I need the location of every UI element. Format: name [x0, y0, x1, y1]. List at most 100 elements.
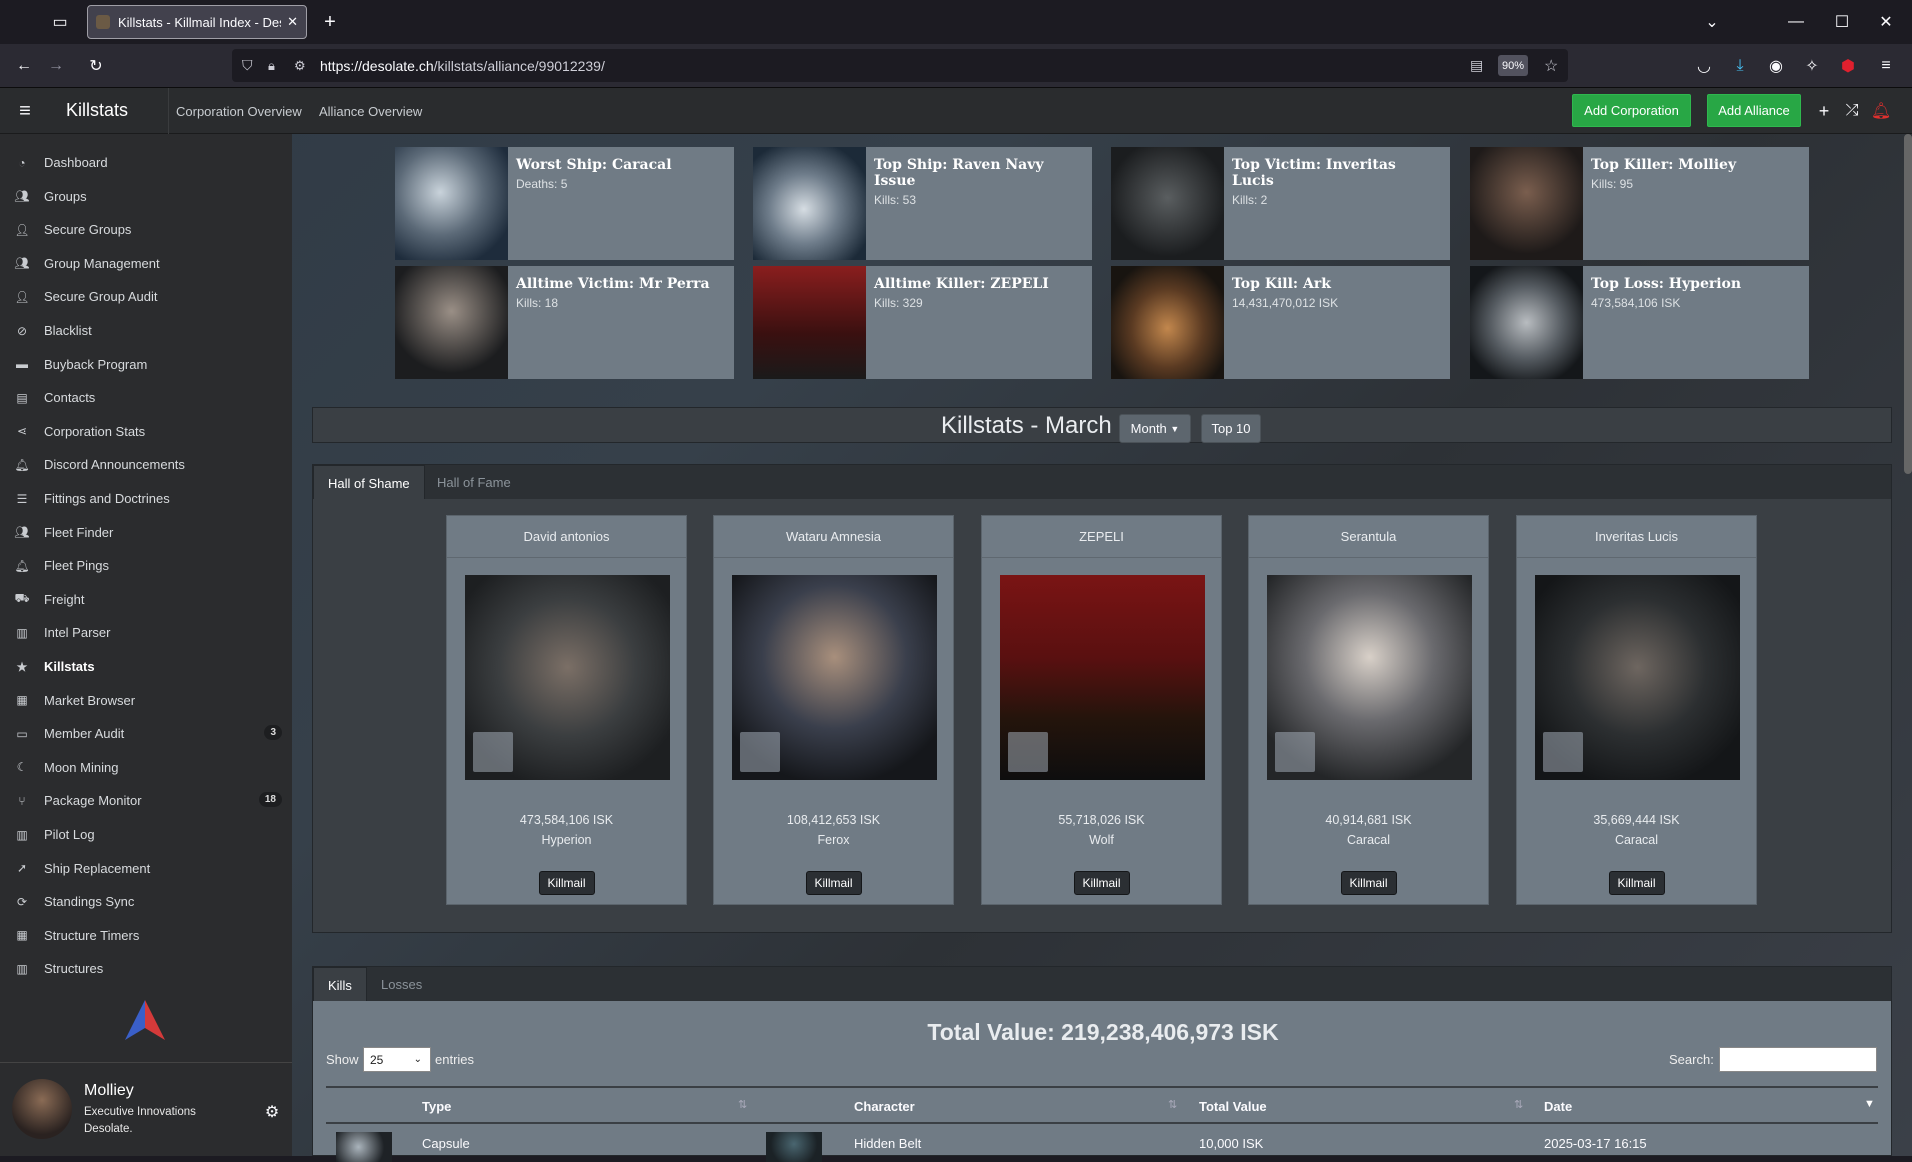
entries-select[interactable]: 25 ⌄ [363, 1047, 431, 1072]
notification-bell-icon[interactable]: 🔔︎ [1867, 97, 1895, 125]
brand-title[interactable]: Killstats [66, 100, 128, 121]
sort-icon[interactable]: ⇅ [1514, 1098, 1523, 1111]
sidebar-item-ship-replacement[interactable]: ➚ Ship Replacement [0, 852, 292, 885]
top10-button[interactable]: Top 10 [1201, 414, 1261, 443]
stat-card[interactable]: Top Killer: Molliey Kills: 95 [1470, 147, 1809, 260]
sidebar-item-pilot-log[interactable]: ▥ Pilot Log [0, 818, 292, 851]
killmail-button[interactable]: Killmail [1608, 871, 1665, 895]
menu-icon[interactable]: ≡ [1872, 52, 1900, 80]
sidebar-item-intel-parser[interactable]: ▥ Intel Parser [0, 616, 292, 649]
character-name[interactable]: ZEPELI [982, 516, 1221, 558]
hamburger-icon[interactable]: ≡ [11, 97, 39, 125]
sidebar-item-fleet-pings[interactable]: 🔔︎ Fleet Pings [0, 549, 292, 582]
maximize-icon[interactable]: ☐ [1828, 8, 1856, 36]
sidebar-item-standings-sync[interactable]: ⟳ Standings Sync [0, 885, 292, 918]
extensions-icon[interactable]: ✧ [1798, 52, 1826, 80]
col-type[interactable]: Type [422, 1099, 451, 1114]
stat-card[interactable]: Alltime Victim: Mr Perra Kills: 18 [395, 266, 734, 379]
row-character[interactable]: Hidden Belt [854, 1136, 921, 1151]
window-close-icon[interactable]: ✕ [1872, 8, 1900, 36]
nav-corporation-overview[interactable]: Corporation Overview [176, 104, 302, 119]
sidebar-item-structure-timers[interactable]: ▦ Structure Timers [0, 919, 292, 952]
table-row[interactable]: Capsule Hidden Belt 10,000 ISK 2025-03-1… [326, 1126, 1878, 1162]
nav-alliance-overview[interactable]: Alliance Overview [319, 104, 422, 119]
back-icon[interactable]: ← [10, 52, 38, 80]
stat-card[interactable]: Top Kill: Ark 14,431,470,012 ISK [1111, 266, 1450, 379]
sidebar-item-discord-announcements[interactable]: 🔔︎ Discord Announcements [0, 448, 292, 481]
gear-icon[interactable]: ⚙ [258, 1098, 286, 1126]
killmail-button[interactable]: Killmail [1340, 871, 1397, 895]
forward-icon[interactable]: → [42, 52, 70, 80]
row-date: 2025-03-17 16:15 [1544, 1136, 1647, 1151]
ship-name: Ferox [817, 833, 850, 847]
sidebar-item-groups[interactable]: 👥︎ Groups [0, 180, 292, 213]
sidebar-item-group-management[interactable]: 👥︎ Group Management [0, 247, 292, 280]
sidebar-item-corporation-stats[interactable]: ⋖ Corporation Stats [0, 415, 292, 448]
sidebar-item-market-browser[interactable]: ▦ Market Browser [0, 684, 292, 717]
bookmark-star-icon[interactable]: ☆ [1544, 56, 1558, 76]
sidebar-item-fleet-finder[interactable]: 👥︎ Fleet Finder [0, 516, 292, 549]
zoom-indicator[interactable]: 90% [1498, 55, 1528, 76]
scrollbar[interactable] [1904, 134, 1912, 474]
plus-icon[interactable]: + [1810, 97, 1838, 125]
sidebar-item-member-audit[interactable]: ▭ Member Audit 3 [0, 717, 292, 750]
killmail-button[interactable]: Killmail [1073, 871, 1130, 895]
tab-list-chevron-icon[interactable]: ⌄ [1698, 8, 1726, 36]
stat-card[interactable]: Top Ship: Raven Navy Issue Kills: 53 [753, 147, 1092, 260]
stat-card[interactable]: Top Victim: Inveritas Lucis Kills: 2 [1111, 147, 1450, 260]
sidebar-item-secure-groups[interactable]: 👤︎ Secure Groups [0, 213, 292, 246]
sidebar-item-buyback-program[interactable]: ▬ Buyback Program [0, 348, 292, 381]
shuffle-icon[interactable]: ⤮ [1838, 97, 1866, 125]
sidebar-item-package-monitor[interactable]: ⑂ Package Monitor 18 [0, 784, 292, 817]
col-date[interactable]: Date [1544, 1099, 1572, 1114]
sidebar-item-structures[interactable]: ▥ Structures [0, 952, 292, 985]
tab-hall-of-shame[interactable]: Hall of Shame [313, 465, 425, 500]
sidebar-item-fittings-and-doctrines[interactable]: ☰ Fittings and Doctrines [0, 482, 292, 515]
browser-tab[interactable]: Killstats - Killmail Index - Desola ✕ [87, 5, 307, 39]
tab-close-icon[interactable]: ✕ [287, 14, 298, 30]
tab-losses[interactable]: Losses [367, 967, 436, 1002]
lock-icon[interactable]: 🔒︎ [268, 58, 275, 74]
pocket-icon[interactable]: ◡ [1690, 52, 1718, 80]
search-input[interactable] [1719, 1047, 1877, 1072]
reader-view-icon[interactable]: ▤ [1470, 57, 1483, 74]
add-alliance-button[interactable]: Add Alliance [1707, 94, 1801, 127]
sidebar-item-dashboard[interactable]: ◔ Dashboard [0, 146, 292, 179]
character-name[interactable]: Inveritas Lucis [1517, 516, 1756, 558]
ublock-icon[interactable]: ⬢ [1834, 52, 1862, 80]
col-character[interactable]: Character [854, 1099, 915, 1114]
stat-card[interactable]: Alltime Killer: ZEPELI Kills: 329 [753, 266, 1092, 379]
tab-overview-icon[interactable]: ▭ [46, 8, 74, 36]
stat-card[interactable]: Worst Ship: Caracal Deaths: 5 [395, 147, 734, 260]
period-dropdown[interactable]: Month ▼ [1119, 414, 1191, 443]
stat-card[interactable]: Top Loss: Hyperion 473,584,106 ISK [1470, 266, 1809, 379]
sidebar-item-moon-mining[interactable]: ☾ Moon Mining [0, 751, 292, 784]
tab-kills[interactable]: Kills [313, 967, 367, 1002]
new-tab-icon[interactable]: + [316, 8, 344, 36]
col-total-value[interactable]: Total Value [1199, 1099, 1267, 1114]
character-name[interactable]: David antonios [447, 516, 686, 558]
downloads-icon[interactable]: ⤓ [1726, 52, 1754, 80]
avatar[interactable] [12, 1079, 72, 1139]
url-bar[interactable]: ⛉ 🔒︎ ⚙ https://desolate.ch/killstats/all… [232, 49, 1568, 82]
reload-icon[interactable]: ↻ [82, 52, 110, 80]
shield-icon[interactable]: ⛉ [242, 57, 253, 74]
sidebar-item-blacklist[interactable]: ⊘ Blacklist [0, 314, 292, 347]
character-name[interactable]: Serantula [1249, 516, 1488, 558]
killmail-button[interactable]: Killmail [538, 871, 595, 895]
permissions-icon[interactable]: ⚙ [294, 58, 306, 74]
account-icon[interactable]: ◉ [1762, 52, 1790, 80]
sidebar-item-killstats[interactable]: ★ Killstats [0, 650, 292, 683]
minimize-icon[interactable]: — [1782, 8, 1810, 36]
sidebar-item-freight[interactable]: ⛟ Freight [0, 583, 292, 616]
character-name[interactable]: Wataru Amnesia [714, 516, 953, 558]
sidebar-item-contacts[interactable]: ▤ Contacts [0, 381, 292, 414]
sort-icon[interactable]: ⇅ [738, 1098, 747, 1111]
killmail-button[interactable]: Killmail [805, 871, 862, 895]
tab-hall-of-fame[interactable]: Hall of Fame [423, 465, 525, 500]
add-corporation-button[interactable]: Add Corporation [1572, 94, 1691, 127]
sidebar-item-secure-group-audit[interactable]: 👤︎ Secure Group Audit [0, 280, 292, 313]
sort-icon[interactable]: ⇅ [1168, 1098, 1177, 1111]
tab-title: Killstats - Killmail Index - Desola [118, 14, 281, 30]
sort-desc-icon[interactable]: ▼ [1864, 1098, 1875, 1110]
